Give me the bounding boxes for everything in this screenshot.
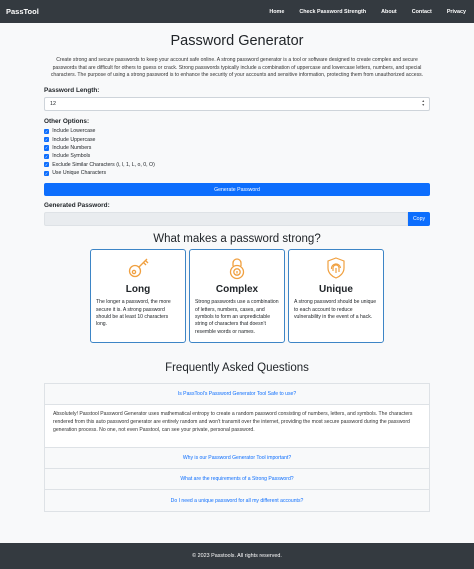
lock-icon bbox=[195, 256, 279, 280]
nav-link-privacy[interactable]: Privacy bbox=[447, 9, 466, 15]
card-title: Complex bbox=[215, 284, 259, 296]
footer: © 2023 Passtools. All rights reserved. bbox=[0, 543, 474, 569]
navbar: PassTool Home Check Password Strength Ab… bbox=[0, 0, 474, 23]
options-list: ✓ Include Lowercase ✓ Include Uppercase ✓ I… bbox=[44, 127, 430, 177]
checkbox-unique[interactable]: ✓ bbox=[44, 170, 50, 176]
option-uppercase[interactable]: ✓ Include Uppercase bbox=[44, 136, 430, 144]
card-title: Unique bbox=[319, 284, 353, 296]
faq-answer-safe: Absolutely! Passtool Password Generator … bbox=[45, 405, 429, 449]
generated-password-row: Copy bbox=[44, 212, 430, 227]
option-exclude-similar[interactable]: ✓ Exclude Similar Characters (i, l, 1, L,… bbox=[44, 161, 430, 169]
strength-cards: Long The longer a password, the more sec… bbox=[44, 249, 430, 344]
key-icon bbox=[96, 256, 180, 280]
option-label: Include Uppercase bbox=[52, 136, 96, 143]
strong-section-title: What makes a password strong? bbox=[153, 233, 321, 246]
brand-logo[interactable]: PassTool bbox=[6, 7, 39, 16]
length-label: Password Length: bbox=[44, 87, 100, 95]
card-text: The longer a password, the more secure i… bbox=[96, 299, 171, 328]
checkbox-lowercase[interactable]: ✓ bbox=[44, 128, 50, 134]
option-unique[interactable]: ✓ Use Unique Characters bbox=[44, 169, 430, 177]
option-label: Include Symbols bbox=[52, 153, 91, 160]
card-long: Long The longer a password, the more sec… bbox=[90, 249, 186, 344]
card-title: Long bbox=[125, 284, 151, 296]
options-label: Other Options: bbox=[44, 118, 90, 126]
option-label: Include Numbers bbox=[52, 145, 92, 152]
intro-text: Create strong and secure passwords to ke… bbox=[50, 57, 424, 79]
faq-question-unique[interactable]: Do I need a unique password for all my d… bbox=[45, 490, 429, 512]
option-label: Include Lowercase bbox=[52, 128, 96, 135]
faq-question-requirements[interactable]: What are the requirements of a Strong Pa… bbox=[45, 469, 429, 491]
nav-links: Home Check Password Strength About Conta… bbox=[254, 9, 466, 15]
generate-password-button[interactable]: Generate Password bbox=[44, 183, 430, 197]
option-numbers[interactable]: ✓ Include Numbers bbox=[44, 144, 430, 152]
nav-link-contact[interactable]: Contact bbox=[412, 9, 432, 15]
card-text: A strong password should be unique to ea… bbox=[294, 299, 377, 321]
card-complex: Complex Strong passwords use a combinati… bbox=[189, 249, 285, 344]
main-container: Password Generator Create strong and sec… bbox=[44, 23, 430, 513]
footer-copyright: © 2023 Passtools. All rights reserved. bbox=[192, 553, 282, 559]
option-lowercase[interactable]: ✓ Include Lowercase bbox=[44, 127, 430, 135]
length-input[interactable]: 12 ▲ ▼ bbox=[44, 97, 430, 112]
option-label: Use Unique Characters bbox=[52, 170, 107, 177]
nav-link-home[interactable]: Home bbox=[269, 9, 284, 15]
page-title: Password Generator bbox=[170, 33, 304, 49]
checkbox-symbols[interactable]: ✓ bbox=[44, 153, 50, 160]
length-value: 12 bbox=[50, 101, 56, 108]
number-spinner[interactable]: ▲ ▼ bbox=[422, 100, 425, 108]
faq-question-important[interactable]: Why is our Password Generator Tool impor… bbox=[45, 448, 429, 470]
generated-password-field[interactable] bbox=[44, 212, 408, 227]
checkbox-numbers[interactable]: ✓ bbox=[44, 145, 50, 151]
card-unique: Unique A strong password should be uniqu… bbox=[288, 249, 384, 344]
checkbox-exclude-similar[interactable]: ✓ bbox=[44, 162, 50, 168]
nav-link-check-strength[interactable]: Check Password Strength bbox=[299, 9, 366, 15]
copy-button[interactable]: Copy bbox=[408, 212, 430, 227]
fingerprint-icon bbox=[294, 256, 378, 280]
checkbox-uppercase[interactable]: ✓ bbox=[44, 137, 50, 143]
faq-accordion: Is PassTool's Password Generator Tool Sa… bbox=[44, 383, 430, 513]
spinner-down-icon[interactable]: ▼ bbox=[422, 103, 425, 108]
faq-question-safe[interactable]: Is PassTool's Password Generator Tool Sa… bbox=[45, 384, 429, 406]
generated-password-label: Generated Password: bbox=[44, 202, 110, 210]
option-symbols[interactable]: ✓ Include Symbols bbox=[44, 152, 430, 160]
nav-link-about[interactable]: About bbox=[381, 9, 397, 15]
card-text: Strong passwords use a combination of le… bbox=[195, 299, 279, 335]
option-label: Exclude Similar Characters (i, l, 1, L, … bbox=[52, 161, 155, 168]
faq-title: Frequently Asked Questions bbox=[165, 362, 309, 375]
